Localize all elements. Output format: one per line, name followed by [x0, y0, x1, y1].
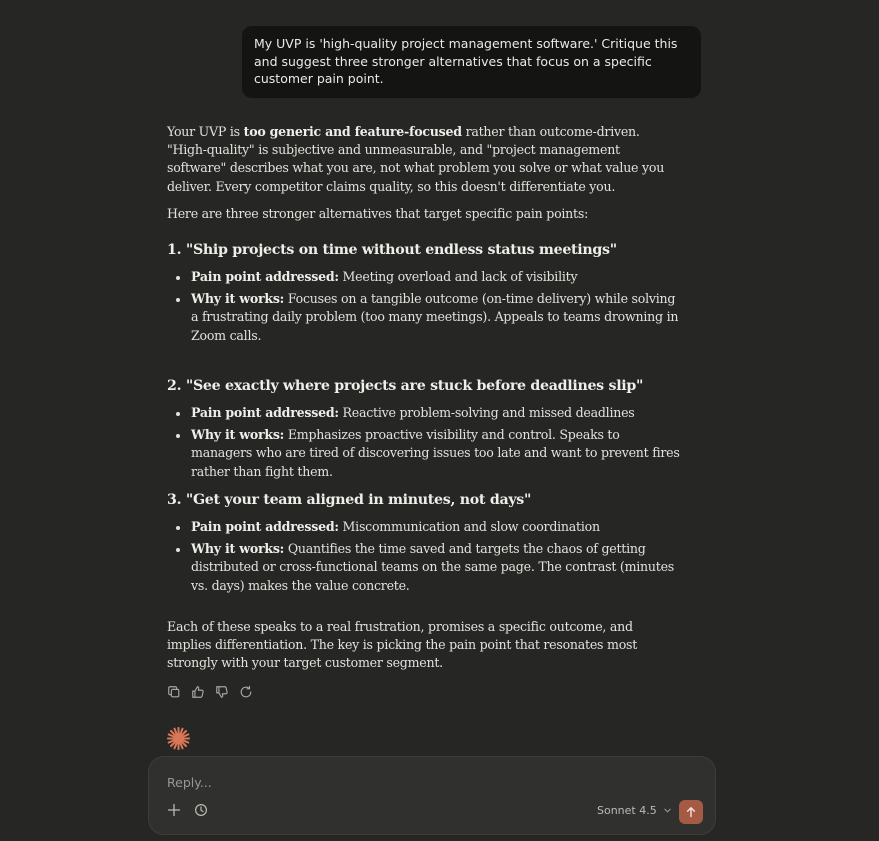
retry-icon[interactable] — [238, 684, 254, 700]
alternative-3-heading: 3. "Get your team aligned in minutes, no… — [167, 492, 532, 508]
message-actions — [166, 684, 254, 700]
list-item: Pain point addressed: Reactive problem-s… — [167, 404, 682, 422]
clock-icon[interactable] — [192, 801, 210, 819]
arrow-up-icon — [686, 807, 696, 818]
copy-icon[interactable] — [166, 684, 182, 700]
intro-text: Your UVP is — [167, 124, 244, 139]
intro-paragraph: Your UVP is too generic and feature-focu… — [167, 123, 679, 196]
model-selector[interactable]: Sonnet 4.5 — [597, 801, 672, 819]
list-item: Why it works: Quantifies the time saved … — [167, 540, 682, 595]
why-label: Why it works: — [191, 427, 285, 443]
why-label: Why it works: — [191, 291, 285, 307]
chevron-down-icon — [663, 808, 671, 812]
intro-bold-text: too generic and feature-focused — [243, 124, 462, 139]
list-item: Pain point addressed: Meeting overload a… — [167, 268, 682, 286]
reply-composer: Sonnet 4.5 — [148, 756, 716, 835]
conclusion-paragraph: Each of these speaks to a real frustrati… — [167, 619, 638, 671]
alternative-1-heading: 1. "Ship projects on time without endles… — [167, 242, 617, 258]
reply-input[interactable] — [165, 771, 689, 793]
pain-text: Miscommunication and slow coordination — [338, 519, 601, 534]
model-name: Sonnet 4.5 — [597, 803, 657, 817]
list-item: Why it works: Emphasizes proactive visib… — [167, 426, 682, 481]
plus-icon[interactable] — [165, 801, 183, 819]
alternative-2-list: Pain point addressed: Reactive problem-s… — [167, 404, 682, 481]
claude-logo-icon — [166, 726, 191, 751]
alternative-2-heading: 2. "See exactly where projects are stuck… — [167, 378, 644, 394]
user-message: My UVP is 'high-quality project manageme… — [242, 26, 701, 98]
chat-page: My UVP is 'high-quality project manageme… — [0, 0, 879, 841]
pain-text: Meeting overload and lack of visibility — [338, 269, 578, 284]
thumbs-down-icon[interactable] — [214, 684, 230, 700]
list-item: Why it works: Focuses on a tangible outc… — [167, 290, 682, 345]
pain-label: Pain point addressed: — [191, 405, 339, 420]
lead-paragraph: Here are three stronger alternatives tha… — [167, 206, 589, 221]
list-item: Pain point addressed: Miscommunication a… — [167, 518, 682, 536]
why-label: Why it works: — [191, 541, 285, 557]
alternative-3-list: Pain point addressed: Miscommunication a… — [167, 518, 682, 595]
pain-label: Pain point addressed: — [191, 269, 339, 284]
send-button[interactable] — [679, 800, 703, 824]
pain-label: Pain point addressed: — [191, 519, 339, 534]
thumbs-up-icon[interactable] — [190, 684, 206, 700]
pain-text: Reactive problem-solving and missed dead… — [338, 405, 635, 420]
alternative-1-list: Pain point addressed: Meeting overload a… — [167, 268, 682, 345]
